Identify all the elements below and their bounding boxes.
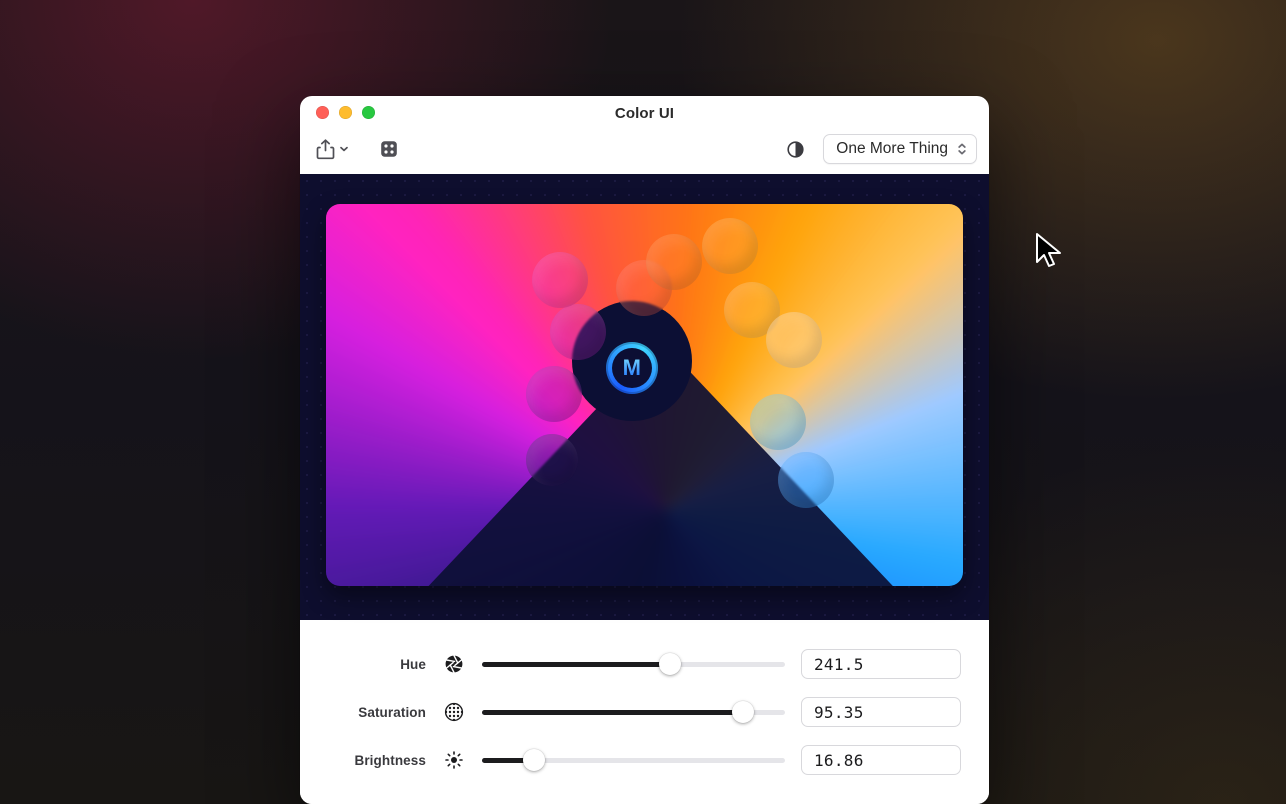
hue-value-field[interactable]: 241.5 [801,649,961,679]
saturation-slider[interactable] [482,698,785,726]
randomize-button[interactable] [375,135,403,163]
logo-letter: M [623,355,641,381]
cursor-icon [1034,232,1066,272]
orb [702,218,758,274]
orb [550,304,606,360]
toolbar: One More Thing [300,130,989,174]
preset-selected-label: One More Thing [836,140,948,158]
window-title: Color UI [615,105,674,122]
minimize-button[interactable] [339,106,352,119]
contrast-button[interactable] [782,135,809,163]
share-icon [316,139,335,160]
select-stepper-icon [956,141,968,157]
app-window: Color UI [300,96,989,804]
orb [526,366,582,422]
aperture-icon [442,654,466,674]
orb [646,234,702,290]
hue-row: Hue 241.5 [332,640,961,688]
orb [766,312,822,368]
preview-area: M [300,174,989,620]
brightness-label: Brightness [332,753,426,768]
orb [778,452,834,508]
brightness-slider[interactable] [482,746,785,774]
orb [750,394,806,450]
preset-select[interactable]: One More Thing [823,134,977,164]
close-button[interactable] [316,106,329,119]
chevron-down-icon [339,144,349,154]
share-button[interactable] [312,135,353,163]
saturation-value-field[interactable]: 95.35 [801,697,961,727]
hue-label: Hue [332,657,426,672]
zoom-button[interactable] [362,106,375,119]
orb [532,252,588,308]
saturation-label: Saturation [332,705,426,720]
halftone-icon [442,702,466,722]
dice-icon [379,139,399,159]
controls-panel: Hue 241.5 Saturation [300,620,989,804]
traffic-lights [316,106,375,119]
app-logo: M [606,342,658,394]
brightness-value-field[interactable]: 16.86 [801,745,961,775]
sun-icon [442,750,466,770]
color-preview[interactable]: M [326,204,963,586]
brightness-row: Brightness 16.86 [332,736,961,784]
orb [526,434,578,486]
titlebar: Color UI [300,96,989,130]
contrast-icon [786,140,805,159]
saturation-row: Saturation 95.35 [332,688,961,736]
hue-slider[interactable] [482,650,785,678]
